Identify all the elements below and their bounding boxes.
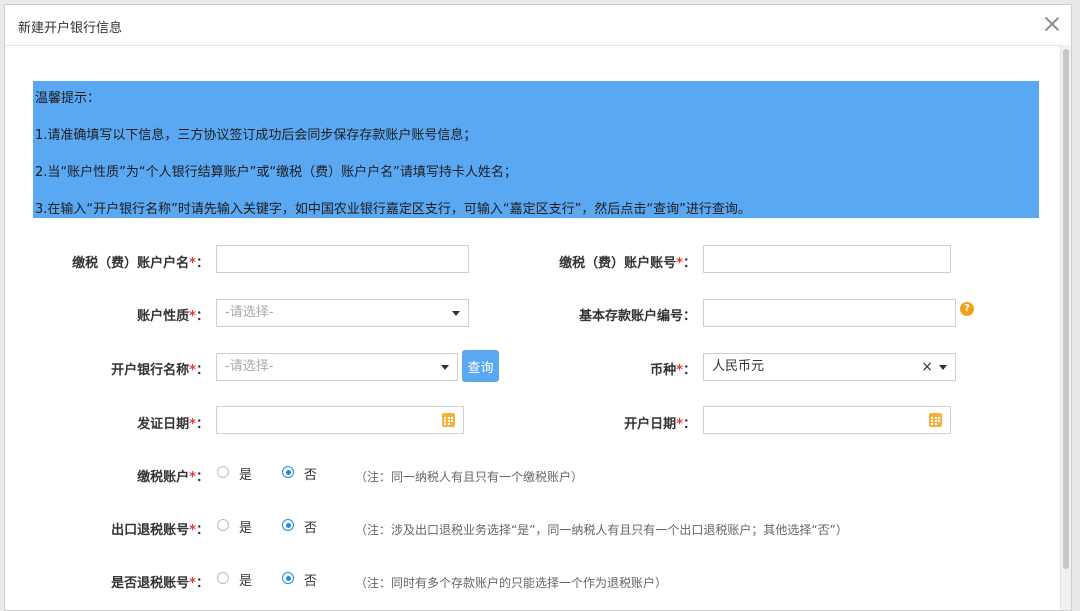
notice-line-1: 1.请准确填写以下信息，三方协议签订成功后会同步保存存款账户账号信息； — [35, 128, 477, 143]
bank-name-placeholder: -请选择- — [225, 359, 274, 374]
scrollbar-thumb[interactable] — [1063, 49, 1069, 569]
tax-account-radio-group: 是 否 — [217, 464, 337, 483]
account-type-select[interactable]: -请选择- — [216, 299, 469, 327]
currency-select[interactable]: 人民币元 × — [703, 353, 956, 381]
refund-account-yes-label[interactable]: 是 — [239, 570, 252, 589]
basic-deposit-no-input[interactable] — [703, 299, 956, 327]
export-refund-radio-group: 是 否 — [217, 517, 337, 536]
account-type-label: 账户性质*： — [137, 309, 209, 324]
open-date-input[interactable] — [703, 406, 951, 434]
refund-account-no-radio[interactable] — [282, 572, 294, 584]
account-type-placeholder: -请选择- — [225, 305, 274, 320]
notice-heading: 温馨提示： — [35, 91, 101, 106]
account-name-label: 缴税（费）账户户名*： — [72, 256, 209, 271]
account-number-label: 缴税（费）账户账号*： — [559, 256, 696, 271]
tax-account-yes-radio[interactable] — [217, 466, 229, 478]
issue-date-label: 发证日期*： — [137, 417, 209, 432]
tax-account-yes-label[interactable]: 是 — [239, 464, 252, 483]
notice-panel: 温馨提示： 1.请准确填写以下信息，三方协议签订成功后会同步保存存款账户账号信息… — [33, 81, 1039, 218]
account-name-input[interactable] — [216, 245, 469, 273]
currency-label: 币种*： — [650, 363, 696, 378]
export-refund-no-label[interactable]: 否 — [304, 517, 317, 536]
dialog-titlebar: 新建开户银行信息 — [5, 5, 1071, 46]
bank-name-select[interactable]: -请选择- — [216, 353, 458, 381]
chevron-down-icon — [939, 365, 947, 370]
query-button[interactable]: 查询 — [462, 350, 499, 382]
tax-account-note: （注：同一纳税人有且只有一个缴税账户） — [355, 470, 584, 484]
export-refund-yes-label[interactable]: 是 — [239, 517, 252, 536]
refund-account-radio-group: 是 否 — [217, 570, 337, 589]
refund-account-note: （注：同时有多个存款账户的只能选择一个作为退税账户） — [355, 576, 668, 590]
export-refund-label: 出口退税账号*： — [111, 523, 209, 538]
refund-account-no-label[interactable]: 否 — [304, 570, 317, 589]
vertical-scrollbar[interactable] — [1060, 45, 1071, 610]
tax-account-no-label[interactable]: 否 — [304, 464, 317, 483]
bank-name-label: 开户银行名称*： — [111, 363, 209, 378]
currency-value: 人民币元 — [712, 359, 765, 374]
dialog-title: 新建开户银行信息 — [18, 21, 123, 36]
open-date-label: 开户日期*： — [624, 417, 696, 432]
account-number-input[interactable] — [703, 245, 951, 273]
notice-line-3: 3.在输入“开户银行名称”时请先输入关键字，如中国农业银行嘉定区支行，可输入“嘉… — [35, 202, 751, 217]
refund-account-yes-radio[interactable] — [217, 572, 229, 584]
help-icon[interactable]: ? — [960, 302, 974, 316]
notice-line-2: 2.当“账户性质”为“个人银行结算账户”或“缴税（费）账户户名”请填写持卡人姓名… — [35, 165, 517, 180]
issue-date-input[interactable] — [216, 406, 464, 434]
basic-deposit-no-label: 基本存款账户编号： — [578, 309, 696, 324]
close-icon[interactable] — [1041, 13, 1063, 35]
refund-account-label: 是否退税账号*： — [111, 576, 209, 591]
new-bank-info-dialog: 新建开户银行信息 温馨提示： 1.请准确填写以下信息，三方协议签订成功后会同步保… — [4, 4, 1072, 611]
chevron-down-icon — [441, 365, 449, 370]
tax-account-no-radio[interactable] — [282, 466, 294, 478]
export-refund-no-radio[interactable] — [282, 519, 294, 531]
clear-icon[interactable]: × — [921, 359, 933, 375]
calendar-icon[interactable] — [442, 413, 455, 427]
export-refund-yes-radio[interactable] — [217, 519, 229, 531]
export-refund-note: （注：涉及出口退税业务选择“是”，同一纳税人有且只有一个出口退税账户；其他选择“… — [355, 523, 848, 537]
tax-account-label: 缴税账户*： — [137, 470, 209, 485]
chevron-down-icon — [452, 311, 460, 316]
calendar-icon[interactable] — [929, 413, 942, 427]
